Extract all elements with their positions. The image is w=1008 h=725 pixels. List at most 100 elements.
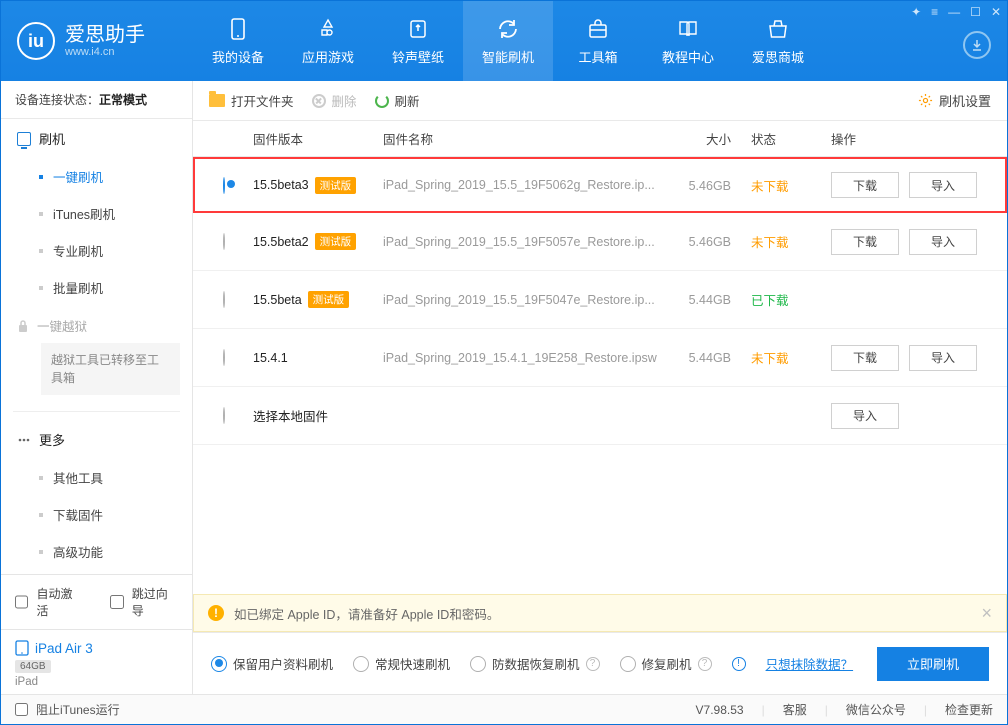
sidebar-group-more-label: 更多 <box>39 430 65 449</box>
sidebar-group-flash-label: 刷机 <box>39 129 65 148</box>
firmware-name: iPad_Spring_2019_15.5_19F5062g_Restore.i… <box>383 178 671 192</box>
import-button[interactable]: 导入 <box>909 229 977 255</box>
jailbreak-label: 一键越狱 <box>37 316 87 335</box>
nav-tools[interactable]: 工具箱 <box>553 1 643 81</box>
ring-icon <box>406 17 430 41</box>
open-folder-button[interactable]: 打开文件夹 <box>209 91 294 110</box>
erase-data-link[interactable]: 只想抹除数据？ <box>766 654 854 673</box>
radio-icon <box>620 656 636 672</box>
sidebar-item-onekey[interactable]: 一键刷机 <box>1 158 192 195</box>
info-icon[interactable]: ! <box>732 657 746 671</box>
firmware-row[interactable]: 15.4.1iPad_Spring_2019_15.4.1_19E258_Res… <box>193 329 1007 387</box>
row-radio[interactable] <box>223 349 225 366</box>
download-manager-button[interactable] <box>963 31 991 59</box>
sidebar-group-flash[interactable]: 刷机 <box>1 119 192 158</box>
nav-store[interactable]: 爱思商城 <box>733 1 823 81</box>
firmware-row[interactable]: 15.5beta3测试版iPad_Spring_2019_15.5_19F506… <box>193 157 1007 213</box>
help-icon[interactable]: ? <box>586 657 600 671</box>
import-button[interactable]: 导入 <box>909 345 977 371</box>
flash-now-button[interactable]: 立即刷机 <box>877 647 989 681</box>
sidebar-item-adv[interactable]: 高级功能 <box>1 533 192 570</box>
check-update-link[interactable]: 检查更新 <box>945 701 993 718</box>
jailbreak-note: 越狱工具已转移至工具箱 <box>41 343 180 395</box>
version-text: 15.5beta2 <box>253 235 309 249</box>
firmware-row-local[interactable]: 选择本地固件导入 <box>193 387 1007 445</box>
sidebar-item-pro[interactable]: 专业刷机 <box>1 232 192 269</box>
status-text: 未下载 <box>751 180 789 194</box>
maximize-icon[interactable]: ☐ <box>970 5 981 19</box>
delete-button[interactable]: 删除 <box>312 91 357 110</box>
nav-apps-label: 应用游戏 <box>302 47 354 66</box>
menu-icon[interactable]: ≡ <box>931 5 938 19</box>
row-radio[interactable] <box>223 291 225 308</box>
sidebar-item-other[interactable]: 其他工具 <box>1 459 192 496</box>
status-text: 已下载 <box>751 294 789 308</box>
sidebar: 设备连接状态：正常模式 刷机 一键刷机iTunes刷机专业刷机批量刷机 一键越狱… <box>1 81 193 694</box>
sidebar-item-dlfw[interactable]: 下载固件 <box>1 496 192 533</box>
radio-icon <box>211 656 227 672</box>
service-link[interactable]: 客服 <box>783 701 807 718</box>
option-normal[interactable]: 常规快速刷机 <box>353 654 450 673</box>
block-itunes-checkbox[interactable] <box>15 703 28 716</box>
nav-device[interactable]: 我的设备 <box>193 1 283 81</box>
row-radio[interactable] <box>223 177 225 194</box>
app-header: iu 爱思助手 www.i4.cn 我的设备应用游戏铃声壁纸智能刷机工具箱教程中… <box>1 1 1007 81</box>
sidebar-group-more[interactable]: 更多 <box>1 420 192 459</box>
notice-text: 如已绑定 Apple ID，请准备好 Apple ID和密码。 <box>234 604 499 623</box>
header-ops: 操作 <box>831 129 991 148</box>
beta-badge: 测试版 <box>315 233 357 250</box>
nav-ring[interactable]: 铃声壁纸 <box>373 1 463 81</box>
file-size: 5.46GB <box>689 179 731 193</box>
option-repair-label: 修复刷机 <box>642 654 692 673</box>
file-size: 5.44GB <box>689 351 731 365</box>
firmware-row[interactable]: 15.5beta2 测试版 iPad_Spring_2019_15.5_19F505… <box>193 213 1007 271</box>
file-size: 5.46GB <box>689 235 731 249</box>
refresh-button[interactable]: 刷新 <box>375 91 420 110</box>
auto-activate-checkbox[interactable] <box>15 595 28 609</box>
download-button[interactable]: 下载 <box>831 345 899 371</box>
apps-icon <box>316 17 340 41</box>
window-controls: ✦ ≡ — ☐ ✕ <box>911 5 1001 19</box>
nav-apps[interactable]: 应用游戏 <box>283 1 373 81</box>
open-folder-label: 打开文件夹 <box>231 91 294 110</box>
wechat-link[interactable]: 微信公众号 <box>846 701 906 718</box>
status-bar: 阻止iTunes运行 V7.98.53 | 客服 | 微信公众号 | 检查更新 <box>1 694 1007 724</box>
option-repair[interactable]: 修复刷机 ? <box>620 654 712 673</box>
delete-icon <box>312 94 326 108</box>
skip-guide-checkbox[interactable] <box>110 595 123 609</box>
notice-bar: ! 如已绑定 Apple ID，请准备好 Apple ID和密码。 × <box>193 594 1007 632</box>
nav-tutorial[interactable]: 教程中心 <box>643 1 733 81</box>
option-antidata[interactable]: 防数据恢复刷机 ? <box>470 654 600 673</box>
connection-status: 设备连接状态：正常模式 <box>1 81 192 119</box>
firmware-name: iPad_Spring_2019_15.5_19F5057e_Restore.i… <box>383 235 671 249</box>
option-normal-label: 常规快速刷机 <box>375 654 450 673</box>
nav-flash[interactable]: 智能刷机 <box>463 1 553 81</box>
download-button[interactable]: 下载 <box>831 229 899 255</box>
feedback-icon[interactable]: ✦ <box>911 5 921 19</box>
device-info[interactable]: iPad Air 3 64GB iPad <box>1 629 192 694</box>
notice-close-button[interactable]: × <box>981 603 992 624</box>
more-icon <box>17 433 31 447</box>
row-radio[interactable] <box>223 407 225 424</box>
help-icon[interactable]: ? <box>698 657 712 671</box>
firmware-row[interactable]: 15.5beta测试版iPad_Spring_2019_15.5_19F5047… <box>193 271 1007 329</box>
header-status: 状态 <box>751 129 831 148</box>
firmware-name: iPad_Spring_2019_15.5_19F5047e_Restore.i… <box>383 293 671 307</box>
connection-value: 正常模式 <box>99 93 147 107</box>
import-button[interactable]: 导入 <box>909 172 977 198</box>
version-label: V7.98.53 <box>696 703 744 717</box>
minimize-icon[interactable]: — <box>948 5 960 19</box>
download-button[interactable]: 下载 <box>831 172 899 198</box>
flash-settings-button[interactable]: 刷机设置 <box>918 91 991 110</box>
import-button[interactable]: 导入 <box>831 403 899 429</box>
row-radio[interactable] <box>223 233 225 250</box>
close-icon[interactable]: ✕ <box>991 5 1001 19</box>
sidebar-item-jailbreak: 一键越狱 <box>1 306 192 339</box>
device-icon <box>226 17 250 41</box>
sidebar-item-itunes[interactable]: iTunes刷机 <box>1 195 192 232</box>
file-size: 5.44GB <box>689 293 731 307</box>
version-text: 15.5beta <box>253 293 302 307</box>
option-keep-data[interactable]: 保留用户资料刷机 <box>211 654 333 673</box>
device-model: iPad <box>15 676 178 688</box>
sidebar-item-batch[interactable]: 批量刷机 <box>1 269 192 306</box>
